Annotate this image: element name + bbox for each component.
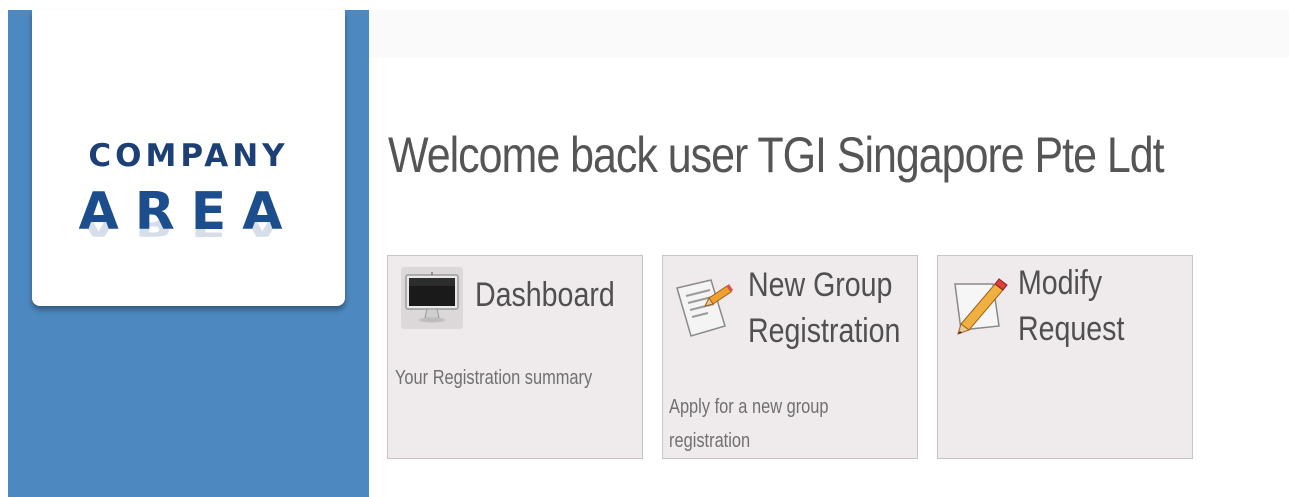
page: COMPANY AREA AREA Welcome back user TGI … [0, 0, 1289, 497]
new-group-registration-title-line2: Registration [748, 312, 901, 350]
modify-request-title-line1: Modify [1018, 264, 1103, 302]
new-group-registration-tile[interactable]: New Group Registration Apply for a new g… [662, 255, 918, 459]
modify-request-tile[interactable]: Modify Request [937, 255, 1193, 459]
modify-request-title-line2: Request [1018, 310, 1125, 348]
top-bar [369, 10, 1289, 58]
page-title: Welcome back user TGI Singapore Pte Ldt [388, 127, 1165, 183]
company-logo[interactable]: COMPANY AREA AREA [32, 10, 345, 306]
dashboard-description: Your Registration summary [395, 367, 593, 389]
logo-reflection: AREA [78, 220, 299, 242]
new-group-registration-title-line1: New Group [748, 266, 893, 304]
monitor-icon [397, 263, 467, 333]
sidebar: COMPANY AREA AREA [8, 10, 369, 497]
document-edit-icon [669, 274, 739, 344]
logo-text-company: COMPANY [88, 138, 289, 174]
new-group-registration-description-line1: Apply for a new group [669, 396, 829, 418]
pencil-icon [947, 268, 1017, 338]
dashboard-tile[interactable]: Dashboard Your Registration summary [387, 255, 643, 459]
new-group-registration-description-line2: registration [669, 430, 751, 452]
dashboard-title: Dashboard [475, 276, 615, 314]
